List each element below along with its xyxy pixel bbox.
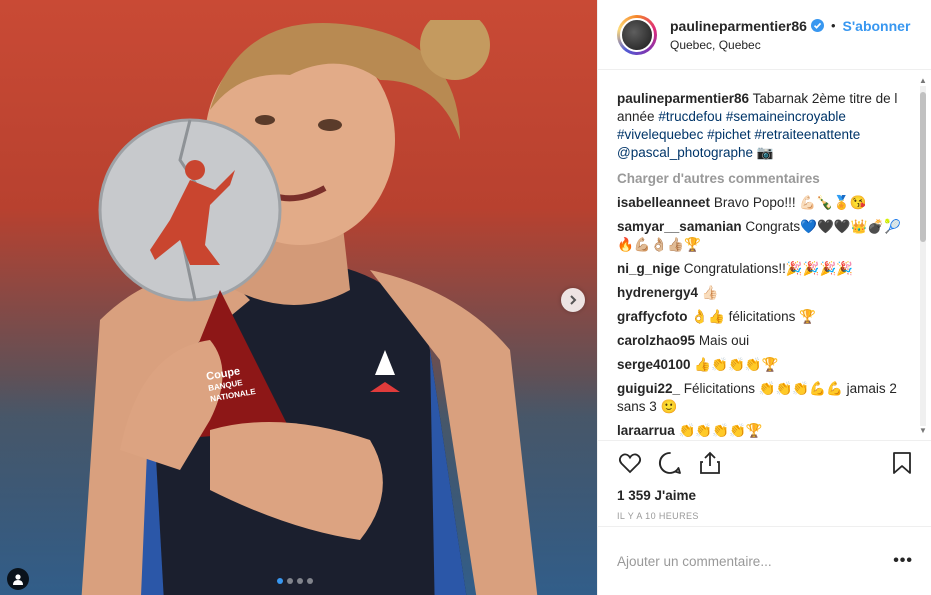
action-bar [598,440,931,484]
comment-text: 👍👏👏👏🏆 [694,357,779,372]
header-separator: • [830,18,836,33]
scroll-up-icon[interactable]: ▲ [919,76,927,85]
comment-username[interactable]: isabelleanneet [617,195,710,210]
comment-item: hydrenergy4 👍🏻 [617,284,903,302]
comment-item: carolzhao95 Mais oui [617,332,903,350]
chevron-right-icon [570,295,577,305]
scrollbar-thumb[interactable] [920,92,926,242]
add-comment-bar: ••• [598,526,931,595]
hashtag-link[interactable]: #retraiteenattente [754,127,860,142]
verified-icon [810,19,824,32]
post-photo[interactable]: Coupe BANQUE NATIONALE [0,0,597,595]
hashtag-link[interactable]: #semaineincroyable [726,109,846,124]
header-text: paulineparmentier86 • S'abonner Quebec, … [670,18,910,52]
share-icon [700,451,720,474]
comment-username[interactable]: guigui22_ [617,381,680,396]
likes-count[interactable]: 1 359 J'aime [598,484,931,503]
comment-item: guigui22_ Félicitations 👏👏👏💪💪 jamais 2 s… [617,380,903,416]
header-username[interactable]: paulineparmentier86 [670,18,807,34]
carousel-dot-2 [287,578,293,584]
comment-username[interactable]: ni_g_nige [617,261,680,276]
carousel-next-button[interactable] [561,288,585,312]
comment-item: samyar__samanian Congrats💙🖤🖤👑💣🎾🔥💪🏼👌🏼👍🏼🏆 [617,218,903,254]
hashtag-link[interactable]: #trucdefou [658,109,722,124]
comment-username[interactable]: laraarrua [617,423,675,438]
post-location[interactable]: Quebec, Quebec [670,38,910,52]
mention-link[interactable]: @pascal_photographe [617,145,753,160]
post-header: paulineparmentier86 • S'abonner Quebec, … [598,0,931,70]
comment-username[interactable]: hydrenergy4 [617,285,698,300]
user-tag-button[interactable] [7,568,29,590]
heart-icon [618,452,642,473]
instagram-post-view: Coupe BANQUE NATIONALE paulineparmentier… [0,0,931,595]
more-options-button[interactable]: ••• [893,552,913,570]
comment-username[interactable]: serge40100 [617,357,691,372]
comment-input[interactable] [617,553,894,569]
caption-username[interactable]: paulineparmentier86 [617,91,749,106]
bookmark-icon [893,451,911,474]
comment-text: Congratulations!!🎉🎉🎉🎉 [683,261,854,276]
comment-text: Mais oui [698,333,750,348]
comment-text: 👍🏻 [701,285,719,300]
avatar-story-ring[interactable] [617,14,657,55]
comments-section[interactable]: paulineparmentier86 Tabarnak 2ème titre … [598,70,931,440]
user-tag-icon [13,574,23,585]
share-button[interactable] [697,450,723,476]
carousel-indicator [277,578,313,584]
comment-item: laraarrua 👏👏👏👏🏆 [617,422,903,440]
like-button[interactable] [617,450,643,476]
comment-item: graffycfoto 👌👍 félicitations 🏆 [617,308,903,326]
comment-item: serge40100 👍👏👏👏🏆 [617,356,903,374]
hashtag-link[interactable]: #vivelequebec [617,127,703,142]
header-user-row: paulineparmentier86 • S'abonner [670,18,910,34]
carousel-dot-1 [277,578,283,584]
comment-button[interactable] [657,450,683,476]
comment-text: 👌👍 félicitations 🏆 [691,309,816,324]
post-timestamp[interactable]: IL Y A 10 HEURES [598,503,931,521]
avatar[interactable] [620,17,654,52]
comment-username[interactable]: samyar__samanian [617,219,742,234]
comment-text: 👏👏👏👏🏆 [678,423,763,438]
comment-text: Bravo Popo!!! 💪🏻🍾🏅😘 [713,195,867,210]
save-button[interactable] [889,450,915,476]
carousel-dot-3 [297,578,303,584]
comments-scrollbar[interactable]: ▲ ▼ [918,76,928,436]
player-with-trophy-illustration [81,20,538,595]
hashtag-link[interactable]: #pichet [707,127,751,142]
post-side-panel: paulineparmentier86 • S'abonner Quebec, … [597,0,931,595]
comment-item: ni_g_nige Congratulations!!🎉🎉🎉🎉 [617,260,903,278]
comment-item: isabelleanneet Bravo Popo!!! 💪🏻🍾🏅😘 [617,194,903,212]
follow-button[interactable]: S'abonner [843,18,911,34]
scroll-down-icon[interactable]: ▼ [919,426,927,435]
carousel-dot-4 [307,578,313,584]
post-caption: paulineparmentier86 Tabarnak 2ème titre … [617,90,903,162]
load-more-comments-button[interactable]: Charger d'autres commentaires [617,170,903,188]
comment-username[interactable]: carolzhao95 [617,333,695,348]
comment-username[interactable]: graffycfoto [617,309,688,324]
caption-emoji: 📷 [756,145,774,160]
comment-icon [658,451,681,474]
